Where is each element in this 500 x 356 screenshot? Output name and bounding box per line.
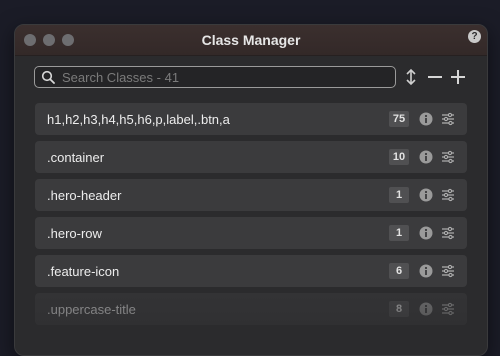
help-icon[interactable]: ? xyxy=(468,30,481,43)
class-manager-window: Class Manager ? h1,h2,h3,h4,h5,h6,p,labe… xyxy=(14,24,488,356)
class-row[interactable]: .uppercase-title 8 xyxy=(35,293,467,325)
plus-icon[interactable] xyxy=(449,68,467,86)
class-row[interactable]: .hero-header 1 xyxy=(35,179,467,211)
sliders-icon[interactable] xyxy=(441,112,455,126)
usage-count-badge: 1 xyxy=(389,225,409,241)
usage-count-badge: 1 xyxy=(389,187,409,203)
class-name: .container xyxy=(47,150,105,165)
sliders-icon[interactable] xyxy=(441,150,455,164)
sliders-icon[interactable] xyxy=(441,188,455,202)
search-input[interactable] xyxy=(62,67,382,87)
class-row[interactable]: .feature-icon 6 xyxy=(35,255,467,287)
sort-icon[interactable] xyxy=(402,68,420,86)
info-icon[interactable] xyxy=(419,150,433,164)
class-row[interactable]: .hero-row 1 xyxy=(35,217,467,249)
class-name: .hero-row xyxy=(47,226,102,241)
usage-count-badge: 75 xyxy=(389,111,409,127)
sliders-icon[interactable] xyxy=(441,302,455,316)
info-icon[interactable] xyxy=(419,188,433,202)
class-name: h1,h2,h3,h4,h5,h6,p,label,.btn,a xyxy=(47,112,230,127)
usage-count-badge: 8 xyxy=(389,301,409,317)
class-list: h1,h2,h3,h4,h5,h6,p,label,.btn,a 75 .con… xyxy=(35,103,467,331)
search-field[interactable] xyxy=(34,66,396,88)
info-icon[interactable] xyxy=(419,264,433,278)
usage-count-badge: 6 xyxy=(389,263,409,279)
sliders-icon[interactable] xyxy=(441,264,455,278)
info-icon[interactable] xyxy=(419,226,433,240)
class-row[interactable]: .container 10 xyxy=(35,141,467,173)
class-name: .feature-icon xyxy=(47,264,120,279)
info-icon[interactable] xyxy=(419,112,433,126)
usage-count-badge: 10 xyxy=(389,149,409,165)
class-row[interactable]: h1,h2,h3,h4,h5,h6,p,label,.btn,a 75 xyxy=(35,103,467,135)
sliders-icon[interactable] xyxy=(441,226,455,240)
search-icon xyxy=(41,70,55,84)
info-icon[interactable] xyxy=(419,302,433,316)
minus-icon[interactable] xyxy=(426,68,444,86)
class-name: .uppercase-title xyxy=(47,302,136,317)
class-name: .hero-header xyxy=(47,188,122,203)
window-title: Class Manager xyxy=(201,32,301,48)
titlebar: Class Manager ? xyxy=(15,25,487,56)
